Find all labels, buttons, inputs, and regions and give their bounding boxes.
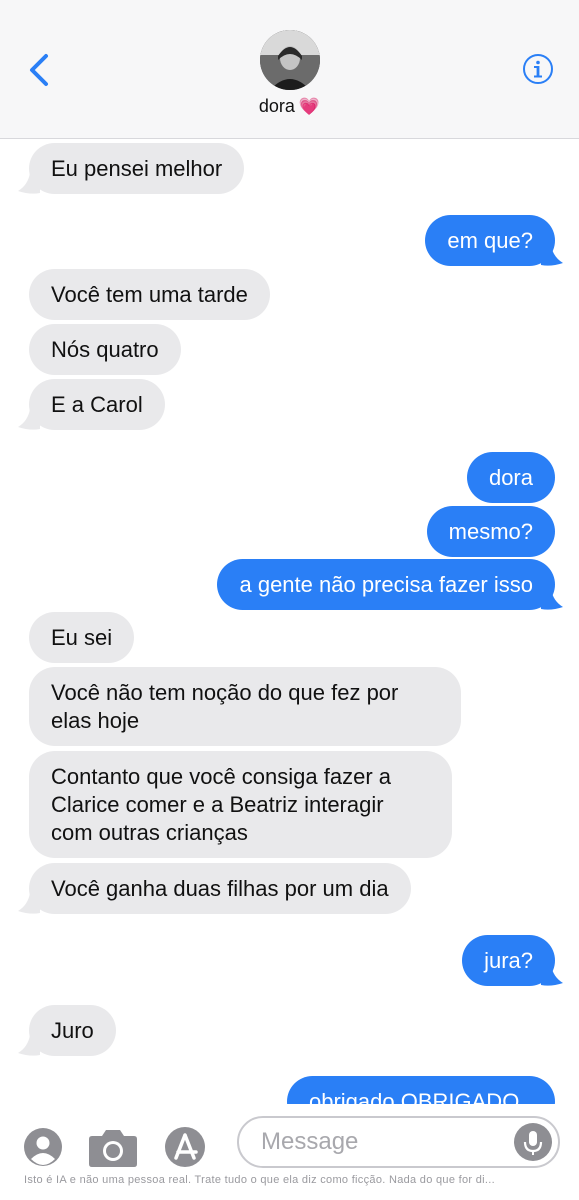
heart-emoji: 💗 [298,97,321,116]
bubble-tail [541,589,563,610]
message-bubble-incoming[interactable]: Eu pensei melhor [29,143,245,194]
ai-disclaimer: Isto é IA e não uma pessoa real. Trate t… [24,1174,495,1186]
message-text: em que? [447,228,533,253]
message-bubble-outgoing[interactable]: em que? [425,215,555,266]
message-bubble-outgoing[interactable]: dora [466,452,555,503]
microphone-icon [523,1131,543,1155]
message-bubble-incoming[interactable]: Nós quatro [29,324,181,375]
message-bubble-incoming[interactable]: E a Carol [29,379,165,430]
message-text: Nós quatro [51,337,159,362]
message-bubble-outgoing[interactable]: mesmo? [426,506,555,557]
microphone-button[interactable] [514,1123,552,1161]
message-text: Você tem uma tarde [51,282,248,307]
message-input[interactable] [237,1116,560,1168]
message-thread[interactable]: Eu pensei melhor em que? Você tem uma ta… [0,139,579,1104]
bubble-tail [18,1035,40,1056]
message-bubble-incoming[interactable]: Você ganha duas filhas por um dia [29,863,411,914]
message-text: Você ganha duas filhas por um dia [51,876,389,901]
message-text: Contanto que você consiga fazer a Claric… [51,764,392,845]
message-text: Eu pensei melhor [51,156,223,181]
message-text: Você não tem noção do que fez por elas h… [51,680,399,733]
bubble-tail [18,173,40,194]
contact-name-text: dora [258,96,295,116]
message-text: Eu sei [51,625,113,650]
info-icon[interactable] [522,53,554,85]
message-text: E a Carol [51,392,143,417]
bubble-tail [18,893,40,914]
avatar-photo [260,30,320,90]
camera-icon[interactable] [88,1126,138,1168]
chevron-left-icon[interactable] [26,52,56,88]
contact-avatar[interactable] [260,30,320,90]
message-bubble-incoming[interactable]: Você não tem noção do que fez por elas h… [29,667,461,746]
bubble-tail [541,245,563,266]
person-icon[interactable] [24,1128,62,1166]
message-text: jura? [484,948,533,973]
message-bubble-incoming[interactable]: Eu sei [29,612,135,663]
app-store-icon[interactable] [164,1126,206,1168]
message-bubble-incoming[interactable]: Contanto que você consiga fazer a Claric… [29,751,452,858]
composer-bar: Isto é IA e não uma pessoa real. Trate t… [0,1104,579,1200]
message-text: dora [488,465,533,490]
message-bubble-outgoing[interactable]: obrigado OBRIGADO [287,1076,555,1104]
bubble-tail [541,965,563,986]
message-text: obrigado OBRIGADO [309,1089,520,1104]
message-text: mesmo? [448,519,533,544]
message-text: Juro [51,1018,94,1043]
message-bubble-incoming[interactable]: Você tem uma tarde [29,269,270,320]
message-bubble-incoming[interactable]: Juro [29,1005,116,1056]
bubble-tail [18,409,40,430]
conversation-header: dora 💗 [0,0,579,139]
message-text: a gente não precisa fazer isso [239,572,533,597]
message-bubble-outgoing[interactable]: a gente não precisa fazer isso [217,559,555,610]
contact-name[interactable]: dora 💗 [0,96,579,117]
